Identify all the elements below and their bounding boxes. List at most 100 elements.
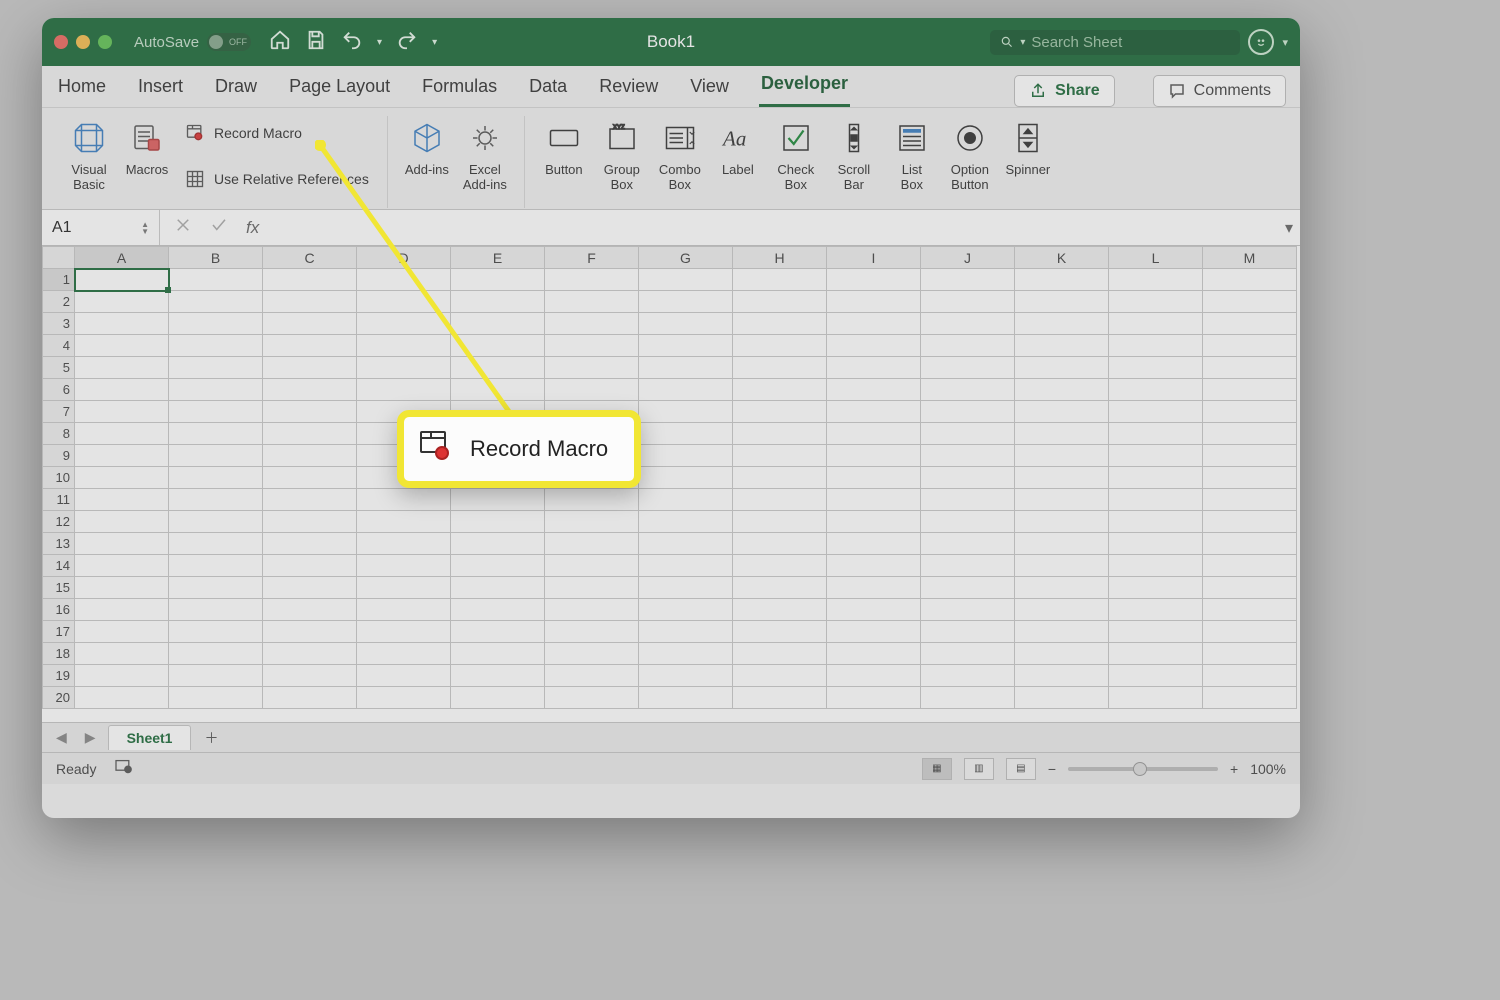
cell-H14[interactable] [733, 555, 827, 577]
cell-F5[interactable] [545, 357, 639, 379]
cell-L16[interactable] [1109, 599, 1203, 621]
row-header-10[interactable]: 10 [43, 467, 75, 489]
cell-A7[interactable] [75, 401, 169, 423]
cell-B15[interactable] [169, 577, 263, 599]
cell-B10[interactable] [169, 467, 263, 489]
cell-D17[interactable] [357, 621, 451, 643]
cell-F1[interactable] [545, 269, 639, 291]
cell-C7[interactable] [263, 401, 357, 423]
cell-I11[interactable] [827, 489, 921, 511]
cell-G7[interactable] [639, 401, 733, 423]
cell-C6[interactable] [263, 379, 357, 401]
cell-M11[interactable] [1203, 489, 1297, 511]
cell-C1[interactable] [263, 269, 357, 291]
cell-F4[interactable] [545, 335, 639, 357]
cell-C8[interactable] [263, 423, 357, 445]
close-window-button[interactable] [54, 35, 68, 49]
cell-L12[interactable] [1109, 511, 1203, 533]
cell-A9[interactable] [75, 445, 169, 467]
cell-A8[interactable] [75, 423, 169, 445]
cell-B14[interactable] [169, 555, 263, 577]
cell-B8[interactable] [169, 423, 263, 445]
cell-H8[interactable] [733, 423, 827, 445]
cell-C5[interactable] [263, 357, 357, 379]
sheet-nav-next[interactable]: ▶ [79, 729, 102, 746]
cell-B7[interactable] [169, 401, 263, 423]
form-button-button[interactable]: Button [535, 116, 593, 208]
cell-A15[interactable] [75, 577, 169, 599]
cell-H18[interactable] [733, 643, 827, 665]
cell-H6[interactable] [733, 379, 827, 401]
cell-C11[interactable] [263, 489, 357, 511]
cell-K12[interactable] [1015, 511, 1109, 533]
option-button-button[interactable]: Option Button [941, 116, 999, 208]
tab-home[interactable]: Home [56, 66, 108, 107]
cell-G2[interactable] [639, 291, 733, 313]
column-header-I[interactable]: I [827, 247, 921, 269]
cell-C13[interactable] [263, 533, 357, 555]
column-header-F[interactable]: F [545, 247, 639, 269]
cell-M14[interactable] [1203, 555, 1297, 577]
cell-I6[interactable] [827, 379, 921, 401]
cell-D13[interactable] [357, 533, 451, 555]
cell-C14[interactable] [263, 555, 357, 577]
cell-E12[interactable] [451, 511, 545, 533]
cell-M20[interactable] [1203, 687, 1297, 709]
home-icon[interactable] [269, 29, 291, 55]
cell-H19[interactable] [733, 665, 827, 687]
cell-H1[interactable] [733, 269, 827, 291]
cell-G10[interactable] [639, 467, 733, 489]
cell-J14[interactable] [921, 555, 1015, 577]
row-header-5[interactable]: 5 [43, 357, 75, 379]
fx-icon[interactable]: fx [246, 218, 259, 238]
cell-G13[interactable] [639, 533, 733, 555]
cell-K6[interactable] [1015, 379, 1109, 401]
expand-formula-bar-icon[interactable]: ▾ [1278, 218, 1300, 238]
cell-G19[interactable] [639, 665, 733, 687]
cell-I14[interactable] [827, 555, 921, 577]
cell-G17[interactable] [639, 621, 733, 643]
cell-H2[interactable] [733, 291, 827, 313]
row-header-2[interactable]: 2 [43, 291, 75, 313]
cell-K9[interactable] [1015, 445, 1109, 467]
tab-review[interactable]: Review [597, 66, 660, 107]
row-header-11[interactable]: 11 [43, 489, 75, 511]
cell-A19[interactable] [75, 665, 169, 687]
cell-E1[interactable] [451, 269, 545, 291]
group-box-button[interactable]: XYZ Group Box [593, 116, 651, 208]
name-box-stepper[interactable]: ▲▼ [141, 221, 149, 235]
cell-C4[interactable] [263, 335, 357, 357]
minimize-window-button[interactable] [76, 35, 90, 49]
cell-M12[interactable] [1203, 511, 1297, 533]
cell-K19[interactable] [1015, 665, 1109, 687]
label-button[interactable]: Aa Label [709, 116, 767, 208]
cell-I17[interactable] [827, 621, 921, 643]
cell-D14[interactable] [357, 555, 451, 577]
cell-D5[interactable] [357, 357, 451, 379]
cell-B13[interactable] [169, 533, 263, 555]
cell-A10[interactable] [75, 467, 169, 489]
row-header-1[interactable]: 1 [43, 269, 75, 291]
cell-L15[interactable] [1109, 577, 1203, 599]
cell-K15[interactable] [1015, 577, 1109, 599]
cell-G16[interactable] [639, 599, 733, 621]
cell-D18[interactable] [357, 643, 451, 665]
cell-J17[interactable] [921, 621, 1015, 643]
cell-M10[interactable] [1203, 467, 1297, 489]
spinner-button[interactable]: Spinner [999, 116, 1057, 208]
cell-C19[interactable] [263, 665, 357, 687]
tab-formulas[interactable]: Formulas [420, 66, 499, 107]
autosave-control[interactable]: AutoSave OFF [134, 33, 251, 51]
cell-E16[interactable] [451, 599, 545, 621]
cell-K10[interactable] [1015, 467, 1109, 489]
cell-F18[interactable] [545, 643, 639, 665]
cell-J6[interactable] [921, 379, 1015, 401]
cell-G18[interactable] [639, 643, 733, 665]
cell-L4[interactable] [1109, 335, 1203, 357]
cell-M6[interactable] [1203, 379, 1297, 401]
cell-M15[interactable] [1203, 577, 1297, 599]
cell-E14[interactable] [451, 555, 545, 577]
scroll-bar-button[interactable]: Scroll Bar [825, 116, 883, 208]
combo-box-button[interactable]: Combo Box [651, 116, 709, 208]
qat-dropdown-icon[interactable]: ▾ [432, 37, 437, 48]
